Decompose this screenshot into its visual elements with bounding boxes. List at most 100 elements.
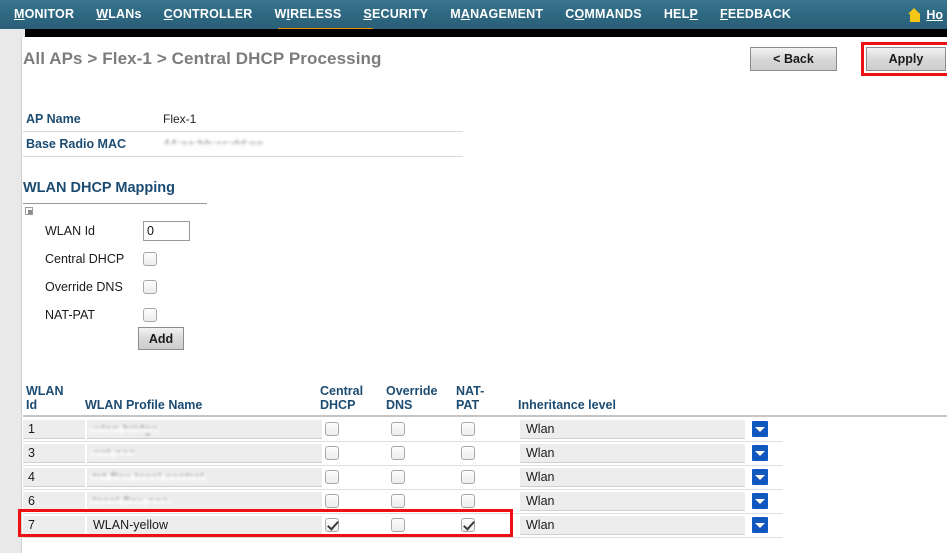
cell-inheritance-level: Wlan <box>520 491 745 511</box>
row-divider <box>23 537 783 538</box>
cell-checkbox-wrap <box>458 492 520 511</box>
cell-wlan-profile-name: ent-aaa <box>87 443 322 463</box>
apply-button[interactable]: Apply <box>866 47 946 71</box>
nat-pat-checkbox[interactable] <box>143 308 157 322</box>
cell-wlan-id: 6 <box>23 491 85 511</box>
table-row: 4 tst-flex-local-central Wlan <box>23 465 947 490</box>
row-dropdown-chevron-down-icon[interactable] <box>752 469 768 485</box>
cell-override-dns-checkbox[interactable] <box>391 446 405 460</box>
column-header-wlan-id: WLAN Id <box>26 384 64 412</box>
redacted-profile-name: wlan-bridge <box>93 421 159 436</box>
add-button[interactable]: Add <box>138 327 184 350</box>
nav-item-management[interactable]: MANAGEMENT <box>450 7 543 22</box>
column-header-inheritance-level: Inheritance level <box>518 397 616 412</box>
cell-inheritance-level: Wlan <box>520 467 745 487</box>
cell-wlan-id: 7 <box>23 515 85 535</box>
cell-checkbox-wrap <box>388 420 458 439</box>
cell-central-dhcp-checkbox[interactable] <box>325 470 339 484</box>
override-dns-checkbox[interactable] <box>143 280 157 294</box>
ap-name-label: AP Name <box>26 112 81 126</box>
cell-checkbox-wrap <box>388 492 458 511</box>
cell-checkbox-wrap <box>322 444 388 463</box>
form-row-central-dhcp: Central DHCP <box>45 245 190 273</box>
nav-item-controller[interactable]: CONTROLLER <box>164 7 253 22</box>
column-header-nat-pat: NAT- PAT <box>456 384 485 412</box>
wlc-central-dhcp-page: MMONITORONITOR WLANs CONTROLLER WIRELESS… <box>0 0 947 553</box>
cell-nat-pat-checkbox[interactable] <box>461 470 475 484</box>
cell-wlan-profile-name: tst-flex-local-central <box>87 467 322 487</box>
cell-checkbox-wrap <box>322 420 388 439</box>
nav-item-security[interactable]: SECURITY <box>363 7 428 22</box>
ap-info-table: AP Name Flex-1 Base Radio MAC 44:aa:bb:c… <box>23 107 463 157</box>
redacted-profile-name: tst-flex-local-central <box>93 469 204 484</box>
cell-override-dns-checkbox[interactable] <box>391 470 405 484</box>
table-header-row: WLAN Id WLAN Profile Name Central DHCP Ove… <box>23 375 947 417</box>
nav-item-help[interactable]: HELP <box>664 7 698 22</box>
cell-central-dhcp-checkbox[interactable] <box>325 446 339 460</box>
cell-nat-pat-checkbox[interactable] <box>461 494 475 508</box>
cell-central-dhcp-checkbox[interactable] <box>325 494 339 508</box>
cell-checkbox-wrap <box>388 468 458 487</box>
left-gutter <box>0 37 22 553</box>
table-row: 1 wlan-bridge Wlan <box>23 417 947 442</box>
cell-nat-pat-checkbox[interactable] <box>461 518 475 532</box>
cell-central-dhcp-checkbox[interactable] <box>325 422 339 436</box>
cell-checkbox-wrap <box>458 468 520 487</box>
content-panel: All APs > Flex-1 > Central DHCP Processi… <box>18 37 947 553</box>
cell-checkbox-wrap <box>388 516 458 535</box>
cell-wlan-id: 1 <box>23 419 85 439</box>
nav-item-home-label[interactable]: Ho <box>926 8 943 22</box>
wlan-dhcp-mapping-form: WLAN Id Central DHCP Override DNS NAT-PA… <box>45 217 190 329</box>
nav-item-wlans[interactable]: WLANs <box>96 7 141 22</box>
cell-checkbox-wrap <box>458 444 520 463</box>
cell-wlan-profile-name: WLAN-yellow <box>87 515 322 535</box>
main-navigation-bar: MMONITORONITOR WLANs CONTROLLER WIRELESS… <box>0 0 947 29</box>
cell-nat-pat-checkbox[interactable] <box>461 422 475 436</box>
row-dropdown-chevron-down-icon[interactable] <box>752 445 768 461</box>
cell-nat-pat-checkbox[interactable] <box>461 446 475 460</box>
table-row: 3 ent-aaa Wlan <box>23 441 947 466</box>
row-dropdown-chevron-down-icon[interactable] <box>752 517 768 533</box>
row-dropdown-chevron-down-icon[interactable] <box>752 421 768 437</box>
nav-home-group[interactable]: Ho <box>908 0 945 29</box>
table-row: 6 local-flex-aaa Wlan <box>23 489 947 514</box>
column-header-wlan-profile-name: WLAN Profile Name <box>85 397 203 412</box>
cell-checkbox-wrap <box>322 468 388 487</box>
override-dns-label: Override DNS <box>45 280 123 294</box>
ap-name-value: Flex-1 <box>163 112 197 126</box>
nav-item-monitor[interactable]: MMONITORONITOR <box>14 7 74 22</box>
row-dropdown-chevron-down-icon[interactable] <box>752 493 768 509</box>
cell-override-dns-checkbox[interactable] <box>391 422 405 436</box>
cell-inheritance-level: Wlan <box>520 443 745 463</box>
cell-checkbox-wrap <box>458 516 520 535</box>
nav-item-wireless[interactable]: WIRELESS <box>274 7 341 22</box>
back-button[interactable]: < Back <box>750 47 837 71</box>
ap-info-row-base-radio-mac: Base Radio MAC 44:aa:bb:cc:dd:ee <box>23 132 463 157</box>
cell-checkbox-wrap <box>322 492 388 511</box>
wlan-dhcp-mapping-title: WLAN DHCP Mapping <box>23 180 175 196</box>
cell-override-dns-checkbox[interactable] <box>391 518 405 532</box>
form-row-override-dns: Override DNS <box>45 273 190 301</box>
cell-checkbox-wrap <box>322 516 388 535</box>
cell-wlan-profile-name: local-flex-aaa <box>87 491 322 511</box>
nav-item-commands[interactable]: COMMANDS <box>565 7 642 22</box>
cell-override-dns-checkbox[interactable] <box>391 494 405 508</box>
column-header-override-dns: Override DNS <box>386 384 438 412</box>
base-radio-mac-label: Base Radio MAC <box>26 137 127 151</box>
cell-wlan-id: 4 <box>23 467 85 487</box>
central-dhcp-checkbox[interactable] <box>143 252 157 266</box>
cell-central-dhcp-checkbox[interactable] <box>325 518 339 532</box>
wlan-dhcp-mapping-table: WLAN Id WLAN Profile Name Central DHCP Ove… <box>18 375 947 538</box>
redacted-profile-name: local-flex-aaa <box>93 493 169 508</box>
nav-item-feedback[interactable]: FEEDBACK <box>720 7 791 22</box>
breadcrumb: All APs > Flex-1 > Central DHCP Processi… <box>23 49 382 68</box>
nat-pat-label: NAT-PAT <box>45 308 95 322</box>
cell-inheritance-level: Wlan <box>520 419 745 439</box>
nav-shadow-strip <box>0 29 947 37</box>
cell-checkbox-wrap <box>388 444 458 463</box>
wlan-id-input[interactable] <box>143 221 190 241</box>
form-row-wlan-id: WLAN Id <box>45 217 190 245</box>
collapse-section-icon[interactable] <box>25 207 33 215</box>
table-body: 1 wlan-bridge Wlan 3 ent-aaa Wlan 4 tst-flex-lo… <box>18 417 947 538</box>
cell-wlan-id: 3 <box>23 443 85 463</box>
